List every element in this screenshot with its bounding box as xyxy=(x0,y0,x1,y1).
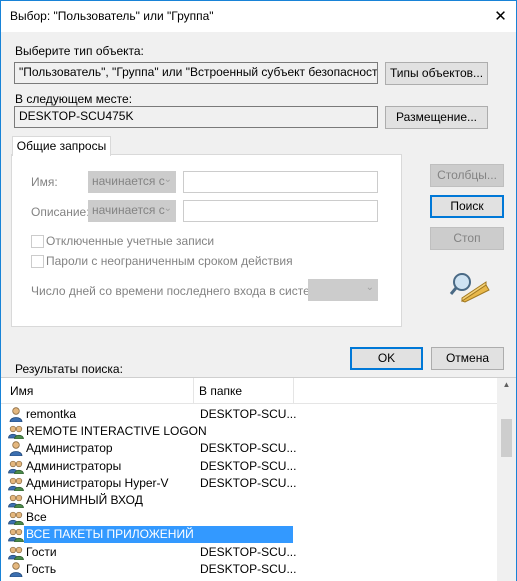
group-icon xyxy=(8,545,24,560)
description-operator-select[interactable]: начинается с ⌄ xyxy=(88,200,176,222)
column-divider[interactable] xyxy=(193,378,194,403)
table-row[interactable]: Администраторы Hyper-V DESKTOP-SCU... xyxy=(1,475,497,492)
search-results-list[interactable]: Имя В папке remontka DESKTOP-SCU... REMOTE… xyxy=(1,377,516,581)
row-name: Гости xyxy=(26,544,57,559)
vertical-scrollbar[interactable]: ▲ xyxy=(497,378,516,581)
description-label: Описание: xyxy=(31,205,90,219)
object-type-field: "Пользователь", "Группа" или "Встроенный… xyxy=(14,62,378,84)
cancel-button[interactable]: Отмена xyxy=(431,347,504,370)
column-header-name[interactable]: Имя xyxy=(10,384,33,398)
locations-button[interactable]: Размещение... xyxy=(385,106,488,129)
user-icon xyxy=(8,407,24,423)
search-magnifier-icon xyxy=(449,273,490,303)
group-icon xyxy=(8,424,24,440)
no-expire-password-checkbox[interactable] xyxy=(31,255,44,268)
group-icon xyxy=(8,527,24,543)
location-label: В следующем месте: xyxy=(15,92,133,106)
name-input[interactable] xyxy=(183,171,378,193)
no-expire-password-label: Пароли с неограниченным сроком действия xyxy=(46,254,293,268)
table-row[interactable]: REMOTE INTERACTIVE LOGON xyxy=(1,423,497,440)
row-name: Все xyxy=(26,510,47,525)
name-label: Имя: xyxy=(31,175,58,189)
window-title: Выбор: "Пользователь" или "Группа" xyxy=(10,9,214,23)
chevron-down-icon: ⌄ xyxy=(163,203,172,214)
disabled-accounts-label: Отключенные учетные записи xyxy=(46,234,215,248)
chevron-down-icon: ⌄ xyxy=(365,282,374,293)
object-types-button[interactable]: Типы объектов... xyxy=(385,62,488,85)
name-operator-value: начинается с xyxy=(92,174,165,188)
scroll-up-arrow-icon[interactable]: ▲ xyxy=(501,380,512,389)
table-row[interactable]: Все xyxy=(1,509,497,526)
object-type-label: Выберите тип объекта: xyxy=(15,44,144,58)
row-folder: DESKTOP-SCU... xyxy=(200,544,297,559)
column-divider[interactable] xyxy=(293,378,294,403)
search-button[interactable]: Поиск xyxy=(430,195,504,218)
disabled-accounts-checkbox[interactable] xyxy=(31,235,44,248)
group-icon xyxy=(8,493,24,509)
group-icon xyxy=(8,510,24,526)
row-folder: DESKTOP-SCU... xyxy=(200,441,297,456)
table-row[interactable]: Администратор DESKTOP-SCU... xyxy=(1,440,497,457)
days-since-logon-select[interactable]: ⌄ xyxy=(308,279,378,301)
group-icon xyxy=(8,459,24,474)
search-results-label: Результаты поиска: xyxy=(15,362,123,376)
row-name: Администратор xyxy=(26,441,113,456)
description-operator-value: начинается с xyxy=(92,203,165,217)
stop-button[interactable]: Стоп xyxy=(430,227,504,250)
close-icon[interactable]: ✕ xyxy=(485,1,516,32)
dialog-window: Выбор: "Пользователь" или "Группа" ✕ Выб… xyxy=(0,0,517,581)
table-row[interactable]: Гости DESKTOP-SCU... xyxy=(1,544,497,561)
row-folder: DESKTOP-SCU... xyxy=(200,458,297,473)
row-name: АНОНИМНЫЙ ВХОД xyxy=(26,493,143,507)
group-icon xyxy=(8,476,24,492)
row-name: REMOTE INTERACTIVE LOGON xyxy=(26,424,207,439)
row-name: ВСЕ ПАКЕТЫ ПРИЛОЖЕНИЙ xyxy=(26,527,194,542)
tab-common-queries[interactable]: Общие запросы xyxy=(12,136,111,156)
table-row[interactable]: Администраторы DESKTOP-SCU... xyxy=(1,458,497,475)
title-bar: Выбор: "Пользователь" или "Группа" ✕ xyxy=(1,1,516,32)
row-name: Администраторы Hyper-V xyxy=(26,475,169,490)
days-since-logon-label: Число дней со времени последнего входа в… xyxy=(31,284,328,298)
column-header-folder[interactable]: В папке xyxy=(199,384,242,398)
row-folder: DESKTOP-SCU... xyxy=(200,561,297,576)
row-folder: DESKTOP-SCU... xyxy=(200,475,297,490)
user-icon xyxy=(8,562,24,578)
description-input[interactable] xyxy=(183,200,378,222)
row-name: Гость xyxy=(26,561,57,576)
scrollbar-thumb[interactable] xyxy=(501,419,512,457)
ok-button[interactable]: OK xyxy=(350,347,423,370)
columns-button[interactable]: Столбцы... xyxy=(430,164,504,187)
row-name: remontka xyxy=(26,407,77,421)
location-field: DESKTOP-SCU475K xyxy=(14,106,378,128)
results-header: Имя В папке xyxy=(1,378,497,404)
row-folder: DESKTOP-SCU... xyxy=(200,407,297,421)
table-row[interactable]: remontka DESKTOP-SCU... xyxy=(1,406,497,423)
row-name: Администраторы xyxy=(26,458,122,473)
user-icon xyxy=(8,441,24,457)
table-row[interactable]: АНОНИМНЫЙ ВХОД xyxy=(1,492,497,509)
name-operator-select[interactable]: начинается с ⌄ xyxy=(88,171,176,193)
table-row[interactable]: ВСЕ ПАКЕТЫ ПРИЛОЖЕНИЙ xyxy=(1,526,497,544)
table-row[interactable]: Гость DESKTOP-SCU... xyxy=(1,561,497,578)
chevron-down-icon: ⌄ xyxy=(163,174,172,185)
